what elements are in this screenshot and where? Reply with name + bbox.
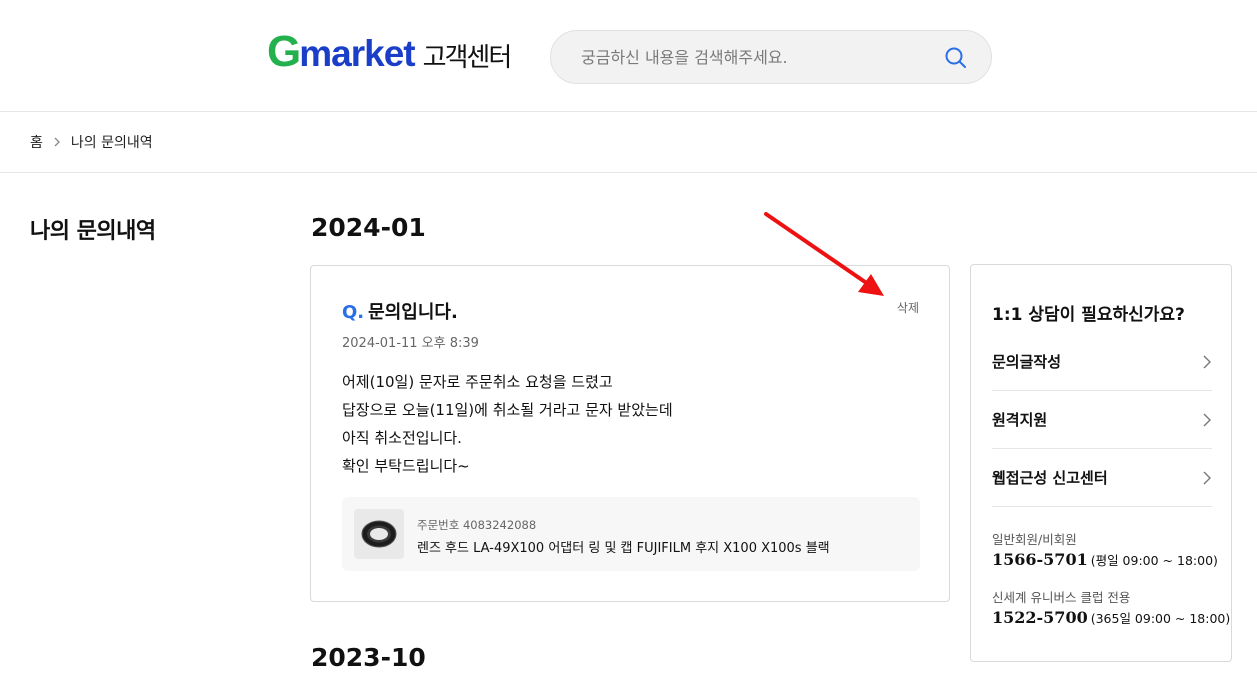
- write-inquiry-link[interactable]: 문의글작성: [992, 333, 1212, 391]
- inquiry-title-text: 문의입니다.: [368, 302, 458, 323]
- month-heading: 2023-10: [311, 643, 426, 672]
- search-bar: [550, 30, 992, 84]
- phone-number[interactable]: 1522-5700: [992, 608, 1088, 627]
- phone-line: 1522-5700 (365일 09:00 ~ 18:00): [992, 608, 1230, 627]
- breadcrumb-current: 나의 문의내역: [70, 135, 153, 151]
- breadcrumb: 홈 나의 문의내역: [30, 132, 153, 152]
- phone-label: 일반회원/비회원: [992, 532, 1077, 547]
- product-name: 렌즈 후드 LA-49X100 어댑터 링 및 캡 FUJIFILM 후지 X1…: [417, 541, 830, 556]
- inquiry-body: 어제(10일) 문자로 주문취소 요청을 드렸고 답장으로 오늘(11일)에 취…: [342, 368, 673, 480]
- search-icon[interactable]: [943, 45, 969, 71]
- order-info-box[interactable]: 주문번호 4083242088 렌즈 후드 LA-49X100 어댑터 링 및 …: [342, 497, 920, 571]
- gmarket-logo[interactable]: G market 고객센터: [267, 27, 513, 76]
- phone-line: 1566-5701 (평일 09:00 ~ 18:00): [992, 550, 1218, 569]
- remote-support-link[interactable]: 원격지원: [992, 391, 1212, 449]
- delete-button[interactable]: 삭제: [897, 299, 919, 316]
- red-arrow-annotation: [764, 212, 884, 296]
- phone-number[interactable]: 1566-5701: [992, 550, 1088, 569]
- order-number: 주문번호 4083242088: [417, 518, 537, 532]
- logo-g: G: [267, 27, 301, 76]
- chevron-right-icon: [1203, 413, 1211, 426]
- inquiry-card: Q. 문의입니다. 삭제 2024-01-11 오후 8:39 어제(10일) 문…: [310, 265, 950, 602]
- breadcrumb-divider: [0, 172, 1257, 173]
- header: G market 고객센터: [0, 0, 1257, 112]
- panel-item-label: 문의글작성: [992, 353, 1062, 371]
- search-input[interactable]: [581, 43, 921, 71]
- product-thumbnail: [354, 509, 404, 559]
- month-heading: 2024-01: [311, 213, 426, 242]
- inquiry-body-line: 어제(10일) 문자로 주문취소 요청을 드렸고: [342, 373, 613, 391]
- q-mark: Q.: [342, 302, 365, 323]
- inquiry-date: 2024-01-11 오후 8:39: [342, 336, 479, 351]
- chevron-right-icon: [53, 136, 61, 148]
- inquiry-title[interactable]: Q. 문의입니다.: [342, 298, 458, 324]
- help-panel-title: 1:1 상담이 필요하신가요?: [992, 305, 1185, 325]
- breadcrumb-home[interactable]: 홈: [30, 132, 43, 152]
- panel-item-label: 웹접근성 신고센터: [992, 469, 1108, 487]
- help-panel: 1:1 상담이 필요하신가요? 문의글작성 원격지원 웹접근성 신고센터 일반회…: [970, 264, 1232, 662]
- phone-hours: (평일 09:00 ~ 18:00): [1090, 553, 1218, 568]
- inquiry-body-line: 확인 부탁드립니다~: [342, 457, 470, 475]
- inquiry-body-line: 아직 취소전입니다.: [342, 429, 462, 447]
- panel-item-label: 원격지원: [992, 411, 1048, 429]
- inquiry-body-line: 답장으로 오늘(11일)에 취소될 거라고 문자 받았는데: [342, 401, 673, 419]
- phone-label: 신세계 유니버스 클럽 전용: [992, 590, 1131, 605]
- phone-hours: (365일 09:00 ~ 18:00): [1090, 611, 1231, 626]
- chevron-right-icon: [1203, 355, 1211, 368]
- sidebar-title: 나의 문의내역: [30, 219, 156, 244]
- accessibility-report-link[interactable]: 웹접근성 신고센터: [992, 449, 1212, 507]
- chevron-right-icon: [1203, 471, 1211, 484]
- logo-customer-center: 고객센터: [422, 43, 513, 73]
- logo-market: market: [299, 33, 415, 74]
